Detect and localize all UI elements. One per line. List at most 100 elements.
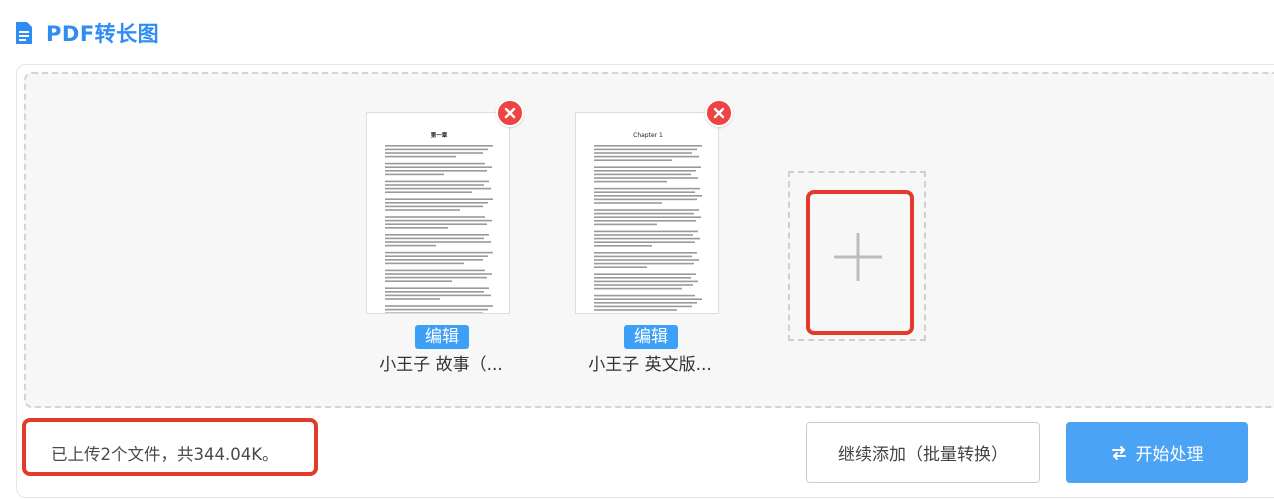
thumb-text-line bbox=[594, 202, 662, 204]
thumb-text-line bbox=[385, 298, 440, 300]
thumb-text-line bbox=[594, 237, 700, 240]
thumb-text-line bbox=[385, 269, 485, 272]
file-name: 小王子 英文版... bbox=[588, 355, 712, 375]
thumb-text-line bbox=[594, 152, 692, 154]
thumb-text-line bbox=[385, 273, 492, 275]
thumb-text-line bbox=[594, 180, 667, 183]
thumb-text-line bbox=[385, 294, 491, 297]
thumb-text-line bbox=[594, 216, 701, 218]
thumb-text-line bbox=[385, 184, 484, 186]
thumb-text-line bbox=[594, 273, 696, 275]
thumb-text-line bbox=[385, 287, 489, 289]
thumb-text-line bbox=[385, 191, 472, 193]
start-processing-button[interactable]: 开始处理 bbox=[1066, 422, 1248, 483]
thumb-text-line bbox=[594, 230, 698, 233]
thumb-text-line bbox=[385, 205, 483, 208]
thumb-heading: 第一章 bbox=[431, 131, 448, 139]
edit-button[interactable]: 编辑 bbox=[624, 325, 678, 349]
thumb-text-line bbox=[385, 251, 493, 254]
continue-add-button[interactable]: 继续添加（批量转换） bbox=[806, 422, 1040, 483]
thumb-text-line bbox=[594, 212, 694, 215]
plus-icon bbox=[834, 233, 882, 281]
thumb-text-line bbox=[594, 145, 702, 147]
thumb-text-line bbox=[385, 216, 485, 218]
swap-icon bbox=[1111, 445, 1126, 460]
upload-status-text: 已上传2个文件，共344.04K。 bbox=[51, 445, 279, 464]
thumb-text-line bbox=[594, 305, 692, 308]
add-file-tile[interactable] bbox=[788, 171, 926, 341]
thumb-text-line bbox=[385, 262, 464, 265]
close-icon bbox=[504, 107, 516, 119]
thumb-text-line bbox=[594, 198, 697, 201]
thumb-text-line bbox=[385, 166, 492, 168]
thumb-text-line bbox=[594, 262, 694, 265]
close-icon bbox=[713, 107, 725, 119]
document-icon bbox=[16, 22, 32, 44]
thumb-text-line bbox=[385, 187, 491, 190]
thumb-text-line bbox=[594, 209, 699, 211]
thumb-text-line bbox=[385, 148, 488, 151]
thumb-text-line bbox=[594, 284, 693, 286]
thumb-text-line bbox=[594, 195, 702, 197]
continue-add-label: 继续添加（批量转换） bbox=[838, 445, 1008, 465]
thumb-text-line bbox=[385, 237, 484, 240]
start-processing-label: 开始处理 bbox=[1135, 445, 1204, 465]
thumb-text-line bbox=[385, 255, 488, 257]
thumb-text-line bbox=[385, 223, 487, 225]
thumb-text-line bbox=[385, 152, 483, 154]
thumb-text-line bbox=[385, 234, 489, 236]
thumb-text-line bbox=[594, 155, 699, 158]
thumb-text-line bbox=[385, 227, 448, 229]
thumb-text-line bbox=[594, 252, 697, 254]
thumb-text-line bbox=[594, 234, 693, 236]
thumb-text-line bbox=[385, 198, 493, 200]
thumb-text-line bbox=[594, 220, 696, 222]
thumb-text-line bbox=[385, 202, 488, 204]
thumb-text-line bbox=[385, 308, 488, 311]
thumb-text-line bbox=[594, 259, 699, 261]
edit-button[interactable]: 编辑 bbox=[415, 325, 469, 349]
thumb-text-line bbox=[594, 223, 657, 226]
thumb-text-line bbox=[594, 298, 702, 300]
thumb-text-line bbox=[385, 259, 483, 261]
thumb-text-line bbox=[594, 173, 691, 176]
thumb-text-line bbox=[594, 277, 691, 279]
thumb-heading: Chapter 1 bbox=[633, 132, 663, 139]
file-thumbnail[interactable]: 第一章 bbox=[366, 112, 510, 314]
thumb-text-line bbox=[385, 180, 489, 183]
thumb-text-line bbox=[594, 266, 647, 268]
thumb-text-line bbox=[594, 187, 700, 190]
file-thumbnail[interactable]: Chapter 1 bbox=[575, 112, 719, 314]
thumb-text-line bbox=[594, 191, 695, 193]
page-title: PDF转长图 bbox=[46, 22, 160, 46]
remove-file-button[interactable] bbox=[496, 99, 524, 127]
thumb-text-line bbox=[594, 245, 652, 247]
thumb-text-line bbox=[594, 177, 698, 179]
thumb-text-line bbox=[594, 302, 697, 304]
thumb-text-line bbox=[385, 280, 452, 282]
thumb-text-line bbox=[385, 312, 483, 313]
thumb-text-line bbox=[594, 255, 692, 258]
page-header: PDF转长图 bbox=[14, 18, 159, 48]
thumb-text-line bbox=[594, 166, 701, 168]
thumb-text-line bbox=[385, 291, 484, 293]
thumb-text-line bbox=[594, 241, 695, 243]
thumb-text-line bbox=[385, 155, 456, 158]
thumb-text-line bbox=[594, 159, 672, 161]
thumb-text-line bbox=[385, 170, 487, 172]
thumb-text-line bbox=[594, 280, 698, 283]
remove-file-button[interactable] bbox=[705, 99, 733, 127]
thumb-text-line bbox=[594, 148, 697, 151]
thumb-text-line bbox=[385, 219, 492, 222]
thumb-text-line bbox=[594, 287, 682, 290]
thumb-text-line bbox=[594, 170, 696, 172]
thumb-text-line bbox=[594, 294, 695, 297]
thumb-text-line bbox=[385, 162, 485, 165]
thumb-text-line bbox=[385, 173, 444, 176]
thumb-text-line bbox=[385, 305, 493, 307]
file-name: 小王子 故事（... bbox=[379, 355, 503, 375]
thumb-text-line bbox=[385, 244, 436, 247]
thumb-text-line bbox=[385, 145, 493, 147]
thumb-text-line bbox=[385, 209, 460, 211]
thumb-text-line bbox=[385, 276, 487, 279]
